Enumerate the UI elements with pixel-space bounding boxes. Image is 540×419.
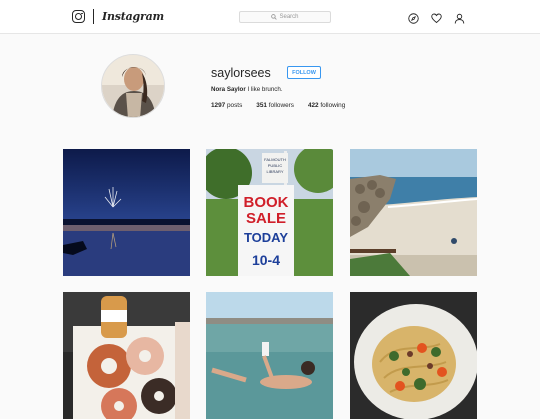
brand-logo[interactable]: Instagram (72, 9, 164, 24)
activity-heart-icon[interactable] (431, 11, 442, 24)
followers-label: followers (268, 102, 294, 109)
sign-line-today: TODAY (244, 230, 288, 245)
profile-bio-text: I like brunch. (247, 86, 283, 93)
profile-stats: 1297 posts 351 followers 422 following (211, 102, 359, 109)
following-count: 422 (307, 102, 319, 109)
explore-compass-icon[interactable] (408, 11, 419, 24)
followers-stat[interactable]: 351 followers (256, 102, 294, 109)
search-icon (271, 14, 278, 20)
instagram-camera-icon (72, 10, 85, 23)
sign-line-sale: SALE (246, 210, 286, 227)
logo-divider (93, 9, 94, 24)
post-tile-book-sale[interactable]: FALMOUTH PUBLIC LIBRARY BOOK SALE TODAY 10… (206, 149, 333, 276)
search-placeholder: Search (279, 14, 299, 20)
posts-count: 1297 (211, 102, 226, 109)
post-tile-beach[interactable] (350, 149, 477, 276)
sign-line-book: BOOK (244, 194, 289, 211)
profile-avatar[interactable] (101, 54, 165, 118)
posts-stat: 1297 posts (211, 102, 242, 109)
nav-icon-group (408, 11, 465, 24)
follow-button[interactable]: FOLLOW (287, 66, 321, 79)
sign-line-hours: 10-4 (252, 252, 280, 268)
post-tile-donuts[interactable] (63, 292, 190, 419)
posts-label: posts (227, 102, 243, 109)
post-tile-pasta[interactable] (350, 292, 477, 419)
post-tile-floating[interactable] (206, 292, 333, 419)
profile-username: saylorsees (211, 66, 271, 80)
top-navigation-bar: Instagram Search (0, 0, 540, 34)
profile-bio: Nora Saylor I like brunch. (211, 86, 283, 93)
search-input[interactable]: Search (239, 11, 331, 23)
following-stat[interactable]: 422 following (308, 102, 345, 109)
profile-full-name: Nora Saylor (211, 86, 246, 93)
followers-count: 351 (256, 102, 267, 109)
profile-person-icon[interactable] (454, 11, 465, 24)
post-tile-fireworks[interactable] (63, 149, 190, 276)
brand-wordmark: Instagram (102, 10, 164, 23)
following-label: following (320, 102, 346, 109)
